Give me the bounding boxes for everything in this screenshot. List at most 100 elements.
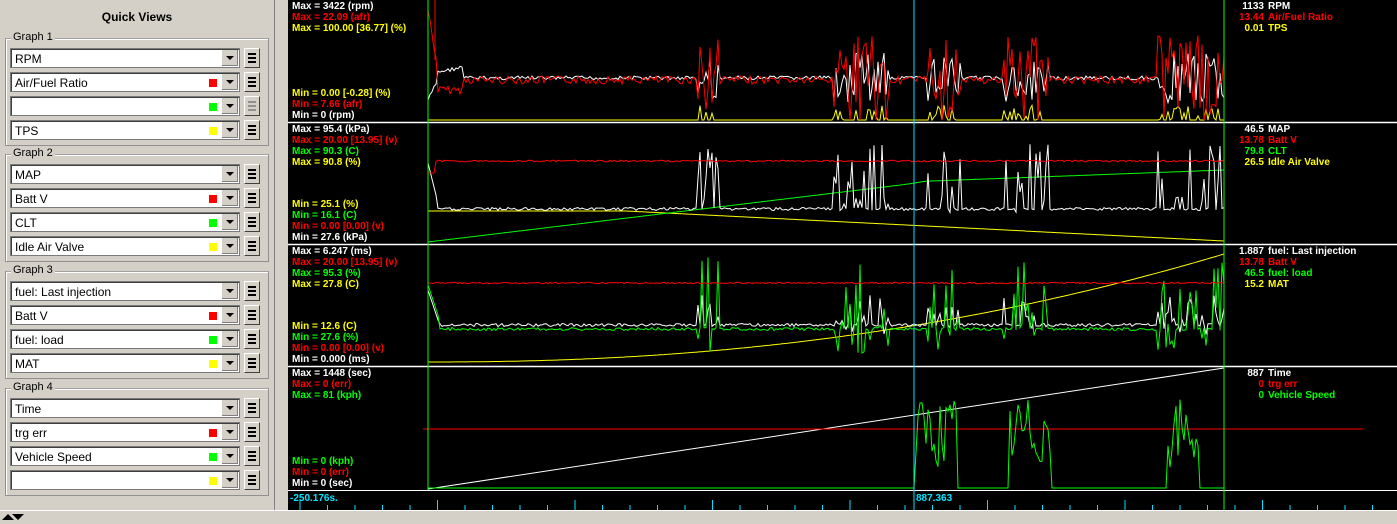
series-color-swatch <box>209 336 217 344</box>
field-select[interactable]: Batt V <box>10 305 240 325</box>
field-row: Vehicle Speed <box>10 446 262 466</box>
cursor-value: 0.01 <box>1244 23 1264 34</box>
field-select[interactable] <box>10 96 240 116</box>
field-select[interactable]: Idle Air Valve <box>10 236 240 256</box>
field-select-value: Batt V <box>15 309 48 323</box>
injection-trace <box>427 289 1225 335</box>
quick-views-panel: Quick Views Graph 1 RPM Air/Fuel Ratio TPS G… <box>0 0 275 510</box>
field-options-button[interactable] <box>244 305 260 325</box>
field-options-button[interactable] <box>244 236 260 256</box>
field-select[interactable]: fuel: load <box>10 329 240 349</box>
max-label: Max = 90.8 (%) <box>292 157 361 168</box>
series-color-swatch <box>209 429 217 437</box>
cursor-series-name: Idle Air Valve <box>1268 157 1330 168</box>
cursor-series-name: CLT <box>1268 146 1287 157</box>
timeline-cursor-time: 887.363 <box>916 493 953 504</box>
cursor-series-name: Air/Fuel Ratio <box>1268 12 1334 23</box>
field-select[interactable] <box>10 470 240 490</box>
chevron-down-icon[interactable] <box>221 74 238 90</box>
chevron-down-icon[interactable] <box>221 122 238 138</box>
chevron-down-icon[interactable] <box>221 50 238 66</box>
chevron-down-icon[interactable] <box>221 355 238 371</box>
min-label: Min = 0.00 [-0.28] (%) <box>292 88 391 99</box>
chevron-down-icon[interactable] <box>221 472 238 488</box>
field-select[interactable]: Air/Fuel Ratio <box>10 72 240 92</box>
field-options-button[interactable] <box>244 398 260 418</box>
cursor-series-name: Batt V <box>1268 257 1297 268</box>
min-label: Min = 0 (sec) <box>292 478 353 489</box>
cursor-series-name: trg err <box>1268 379 1298 390</box>
chevron-down-icon[interactable] <box>221 307 238 323</box>
chevron-down-icon[interactable] <box>221 331 238 347</box>
chevron-down-icon[interactable] <box>221 190 238 206</box>
field-select[interactable]: RPM <box>10 48 240 68</box>
mat-trace <box>428 253 1225 363</box>
cursor-series-name: MAT <box>1268 279 1289 290</box>
graphs-canvas[interactable] <box>288 0 1397 510</box>
cursor-value: 15.2 <box>1244 279 1264 290</box>
graph-group-3: Graph 3 fuel: Last injection Batt V fuel: l… <box>5 264 269 379</box>
chevron-down-icon[interactable] <box>221 283 238 299</box>
min-label: Min = 0 (rpm) <box>292 110 355 121</box>
field-options-button[interactable] <box>244 329 260 349</box>
bottom-scroll-bar[interactable] <box>0 510 1397 524</box>
cursor-value: 46.5 <box>1244 268 1264 279</box>
batt-v-trace <box>428 159 1225 174</box>
field-row: Air/Fuel Ratio <box>10 72 262 92</box>
max-label: Max = 6.247 (ms) <box>292 246 372 257</box>
field-options-button[interactable] <box>244 48 260 68</box>
field-select[interactable]: trg err <box>10 422 240 442</box>
field-options-button[interactable] <box>244 212 260 232</box>
field-select-value: Batt V <box>15 192 48 206</box>
field-select[interactable]: CLT <box>10 212 240 232</box>
chevron-down-icon[interactable] <box>221 238 238 254</box>
max-label: Max = 90.3 (C) <box>292 146 359 157</box>
chevron-down-icon[interactable] <box>221 448 238 464</box>
chevron-down-icon[interactable] <box>221 166 238 182</box>
field-select[interactable]: Vehicle Speed <box>10 446 240 466</box>
min-label: Min = 0 (kph) <box>292 456 354 467</box>
field-options-button[interactable] <box>244 281 260 301</box>
field-options-button[interactable] <box>244 120 260 140</box>
log-viewer-plot[interactable]: Max = 3422 (rpm) Max = 22.09 (afr) Max = 1… <box>288 0 1397 510</box>
graph-group-label: Graph 3 <box>11 264 55 276</box>
series-color-swatch <box>209 195 217 203</box>
field-select[interactable]: MAT <box>10 353 240 373</box>
field-select[interactable]: TPS <box>10 120 240 140</box>
min-label: Min = 0.00 [0.00] (v) <box>292 343 384 354</box>
field-row: trg err <box>10 422 262 442</box>
series-color-swatch <box>209 103 217 111</box>
field-options-button[interactable] <box>244 446 260 466</box>
field-options-button[interactable] <box>244 188 260 208</box>
chevron-down-icon[interactable] <box>221 424 238 440</box>
scroll-down-icon[interactable] <box>12 514 24 520</box>
field-select[interactable]: MAP <box>10 164 240 184</box>
max-label: Max = 95.4 (kPa) <box>292 124 370 135</box>
field-options-button[interactable] <box>244 96 260 116</box>
field-options-button[interactable] <box>244 353 260 373</box>
field-select[interactable]: Time <box>10 398 240 418</box>
field-options-button[interactable] <box>244 72 260 92</box>
field-options-button[interactable] <box>244 164 260 184</box>
field-select[interactable]: fuel: Last injection <box>10 281 240 301</box>
field-select[interactable]: Batt V <box>10 188 240 208</box>
chevron-down-icon[interactable] <box>221 400 238 416</box>
series-color-swatch <box>209 127 217 135</box>
field-options-button[interactable] <box>244 470 260 490</box>
min-label: Min = 0.000 (ms) <box>292 354 370 365</box>
cursor-value: 13.44 <box>1238 12 1264 23</box>
max-label: Max = 100.00 [36.77] (%) <box>292 23 407 34</box>
max-label: Max = 3422 (rpm) <box>292 1 374 12</box>
field-select-value: CLT <box>15 216 37 230</box>
min-label: Min = 25.1 (%) <box>292 199 359 210</box>
afr-trace <box>427 10 1225 121</box>
max-label: Max = 81 (kph) <box>292 390 362 401</box>
chevron-down-icon[interactable] <box>221 214 238 230</box>
field-options-button[interactable] <box>244 422 260 442</box>
map-trace <box>427 144 1225 215</box>
graph-group-4: Graph 4 Time trg err Vehicle Speed <box>5 381 269 496</box>
cursor-series-name: fuel: load <box>1268 268 1313 279</box>
field-select-value: MAT <box>15 357 40 371</box>
max-label: Max = 1448 (sec) <box>292 368 372 379</box>
chevron-down-icon[interactable] <box>221 98 238 114</box>
